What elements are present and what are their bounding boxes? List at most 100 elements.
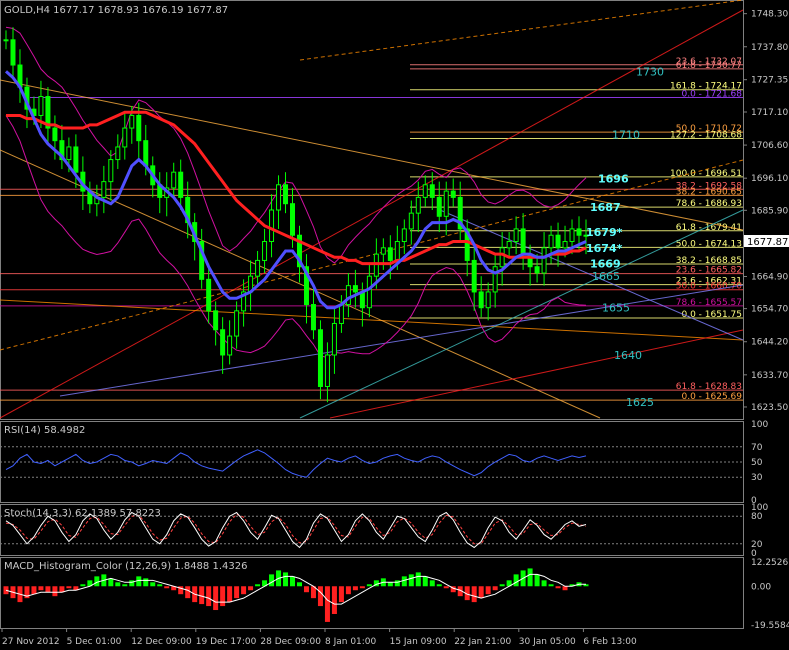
- candle-body: [227, 335, 233, 356]
- candle-body: [366, 275, 372, 309]
- panel-tick-label: 0.00: [751, 582, 771, 592]
- macd-histogram-bar: [206, 586, 212, 607]
- macd-histogram-bar: [513, 574, 519, 587]
- candle-body: [534, 266, 540, 274]
- macd-histogram-bar: [436, 584, 442, 587]
- y-tick-label: 1633.70: [751, 371, 788, 381]
- macd-histogram-bar: [429, 580, 435, 587]
- macd-histogram-bar: [541, 580, 547, 587]
- chart-svg: 23.6 - 1732.0761.8 - 1730.77161.8 - 1724…: [0, 0, 789, 650]
- candle-body: [506, 241, 512, 249]
- candle-body: [373, 253, 379, 277]
- candle-body: [122, 127, 128, 148]
- macd-histogram-bar: [115, 582, 121, 587]
- macd-histogram-bar: [164, 586, 170, 589]
- candle-body: [443, 190, 449, 217]
- candle-body: [255, 259, 261, 277]
- macd-histogram-bar: [345, 586, 351, 595]
- current-price-label: 1677.87: [747, 237, 788, 248]
- price-level-label: 1696: [598, 172, 629, 185]
- fib-level-label: 23.6 - 1665.82: [676, 266, 742, 276]
- candle-body: [352, 285, 358, 293]
- fib-level-label: 78.6 - 1686.93: [676, 199, 742, 209]
- macd-histogram-bar: [408, 574, 414, 587]
- fib-level-label: 50.0 - 1674.13: [676, 239, 742, 249]
- candle-body: [234, 310, 240, 337]
- macd-histogram-bar: [499, 584, 505, 587]
- macd-histogram-bar: [492, 586, 498, 591]
- fib-level-label: 38.2 - 1690.65: [676, 187, 742, 197]
- candle-body: [492, 266, 498, 293]
- y-tick-label: 1623.50: [751, 403, 788, 413]
- candle-body: [331, 322, 337, 356]
- macd-title: MACD_Histogram_Color (12,26,9) 1.8488 1.…: [4, 561, 247, 572]
- candle-body: [101, 181, 107, 198]
- candle-body: [3, 39, 9, 42]
- macd-histogram-bar: [269, 574, 275, 587]
- candle-body: [485, 291, 491, 309]
- candle-body: [220, 329, 226, 356]
- candle-body: [73, 146, 79, 173]
- panel-tick-label: 100: [751, 420, 768, 430]
- stoch-title: Stoch(14,3,3) 62.1389 57.8223: [4, 508, 161, 519]
- price-level-label: 1710: [612, 128, 640, 141]
- y-tick-label: 1696.10: [751, 174, 788, 184]
- y-tick-label: 1737.80: [751, 43, 788, 53]
- macd-histogram-bar: [443, 586, 449, 589]
- candle-body: [178, 171, 184, 198]
- candle-body: [450, 190, 456, 198]
- candle-body: [10, 39, 16, 66]
- price-level-label: 1640: [614, 349, 642, 362]
- candle-body: [548, 234, 554, 249]
- x-tick-label: 15 Jan 09:00: [390, 637, 447, 647]
- macd-histogram-bar: [352, 586, 358, 591]
- candle-body: [380, 247, 386, 255]
- y-tick-label: 1654.70: [751, 305, 788, 315]
- candle-body: [317, 329, 323, 387]
- candle-body: [415, 196, 421, 214]
- macd-histogram-bar: [45, 586, 51, 593]
- price-level-label: 1665: [592, 270, 620, 283]
- x-tick-label: 12 Dec 09:00: [131, 637, 192, 647]
- macd-histogram-bar: [324, 586, 330, 622]
- macd-histogram-bar: [108, 578, 114, 587]
- macd-histogram-bar: [255, 584, 261, 587]
- candle-body: [38, 96, 44, 116]
- price-level-label: 1674*: [586, 242, 623, 255]
- price-level-label: 1655: [602, 302, 630, 315]
- candle-body: [262, 241, 268, 261]
- macd-histogram-bar: [150, 582, 156, 587]
- y-tick-label: 1717.10: [751, 108, 788, 118]
- symbol-header: GOLD,H4 1677.17 1678.93 1676.19 1677.87: [4, 5, 228, 16]
- macd-histogram-bar: [471, 586, 477, 603]
- macd-histogram-bar: [248, 586, 254, 591]
- macd-histogram-bar: [283, 572, 289, 587]
- macd-histogram-bar: [213, 586, 219, 611]
- macd-histogram-bar: [122, 584, 128, 587]
- candle-body: [429, 184, 435, 198]
- x-tick-label: 5 Dec 01:00: [67, 637, 122, 647]
- macd-histogram-bar: [338, 586, 344, 603]
- candle-body: [499, 247, 505, 268]
- fib-level-label: 61.8 - 1628.83: [676, 382, 742, 392]
- macd-histogram-bar: [534, 574, 540, 587]
- candle-body: [143, 140, 149, 167]
- candle-body: [569, 228, 575, 243]
- x-tick-label: 22 Jan 21:00: [454, 637, 511, 647]
- macd-histogram-bar: [290, 576, 296, 587]
- candle-body: [324, 354, 330, 387]
- candle-body: [269, 209, 275, 243]
- fib-level-label: 78.6 - 1655.57: [676, 298, 742, 308]
- candle-body: [136, 114, 142, 142]
- candle-body: [359, 291, 365, 309]
- candle-body: [310, 304, 316, 331]
- panel-tick-label: 50: [751, 458, 763, 468]
- price-level-label: 1669: [590, 258, 621, 271]
- rsi-title: RSI(14) 58.4982: [4, 425, 85, 436]
- macd-histogram-bar: [185, 586, 191, 599]
- price-level-label: 1679*: [586, 226, 623, 239]
- candle-body: [513, 228, 519, 243]
- candle-body: [478, 291, 484, 309]
- x-tick-label: 8 Jan 01:00: [325, 637, 377, 647]
- candle-body: [394, 241, 400, 261]
